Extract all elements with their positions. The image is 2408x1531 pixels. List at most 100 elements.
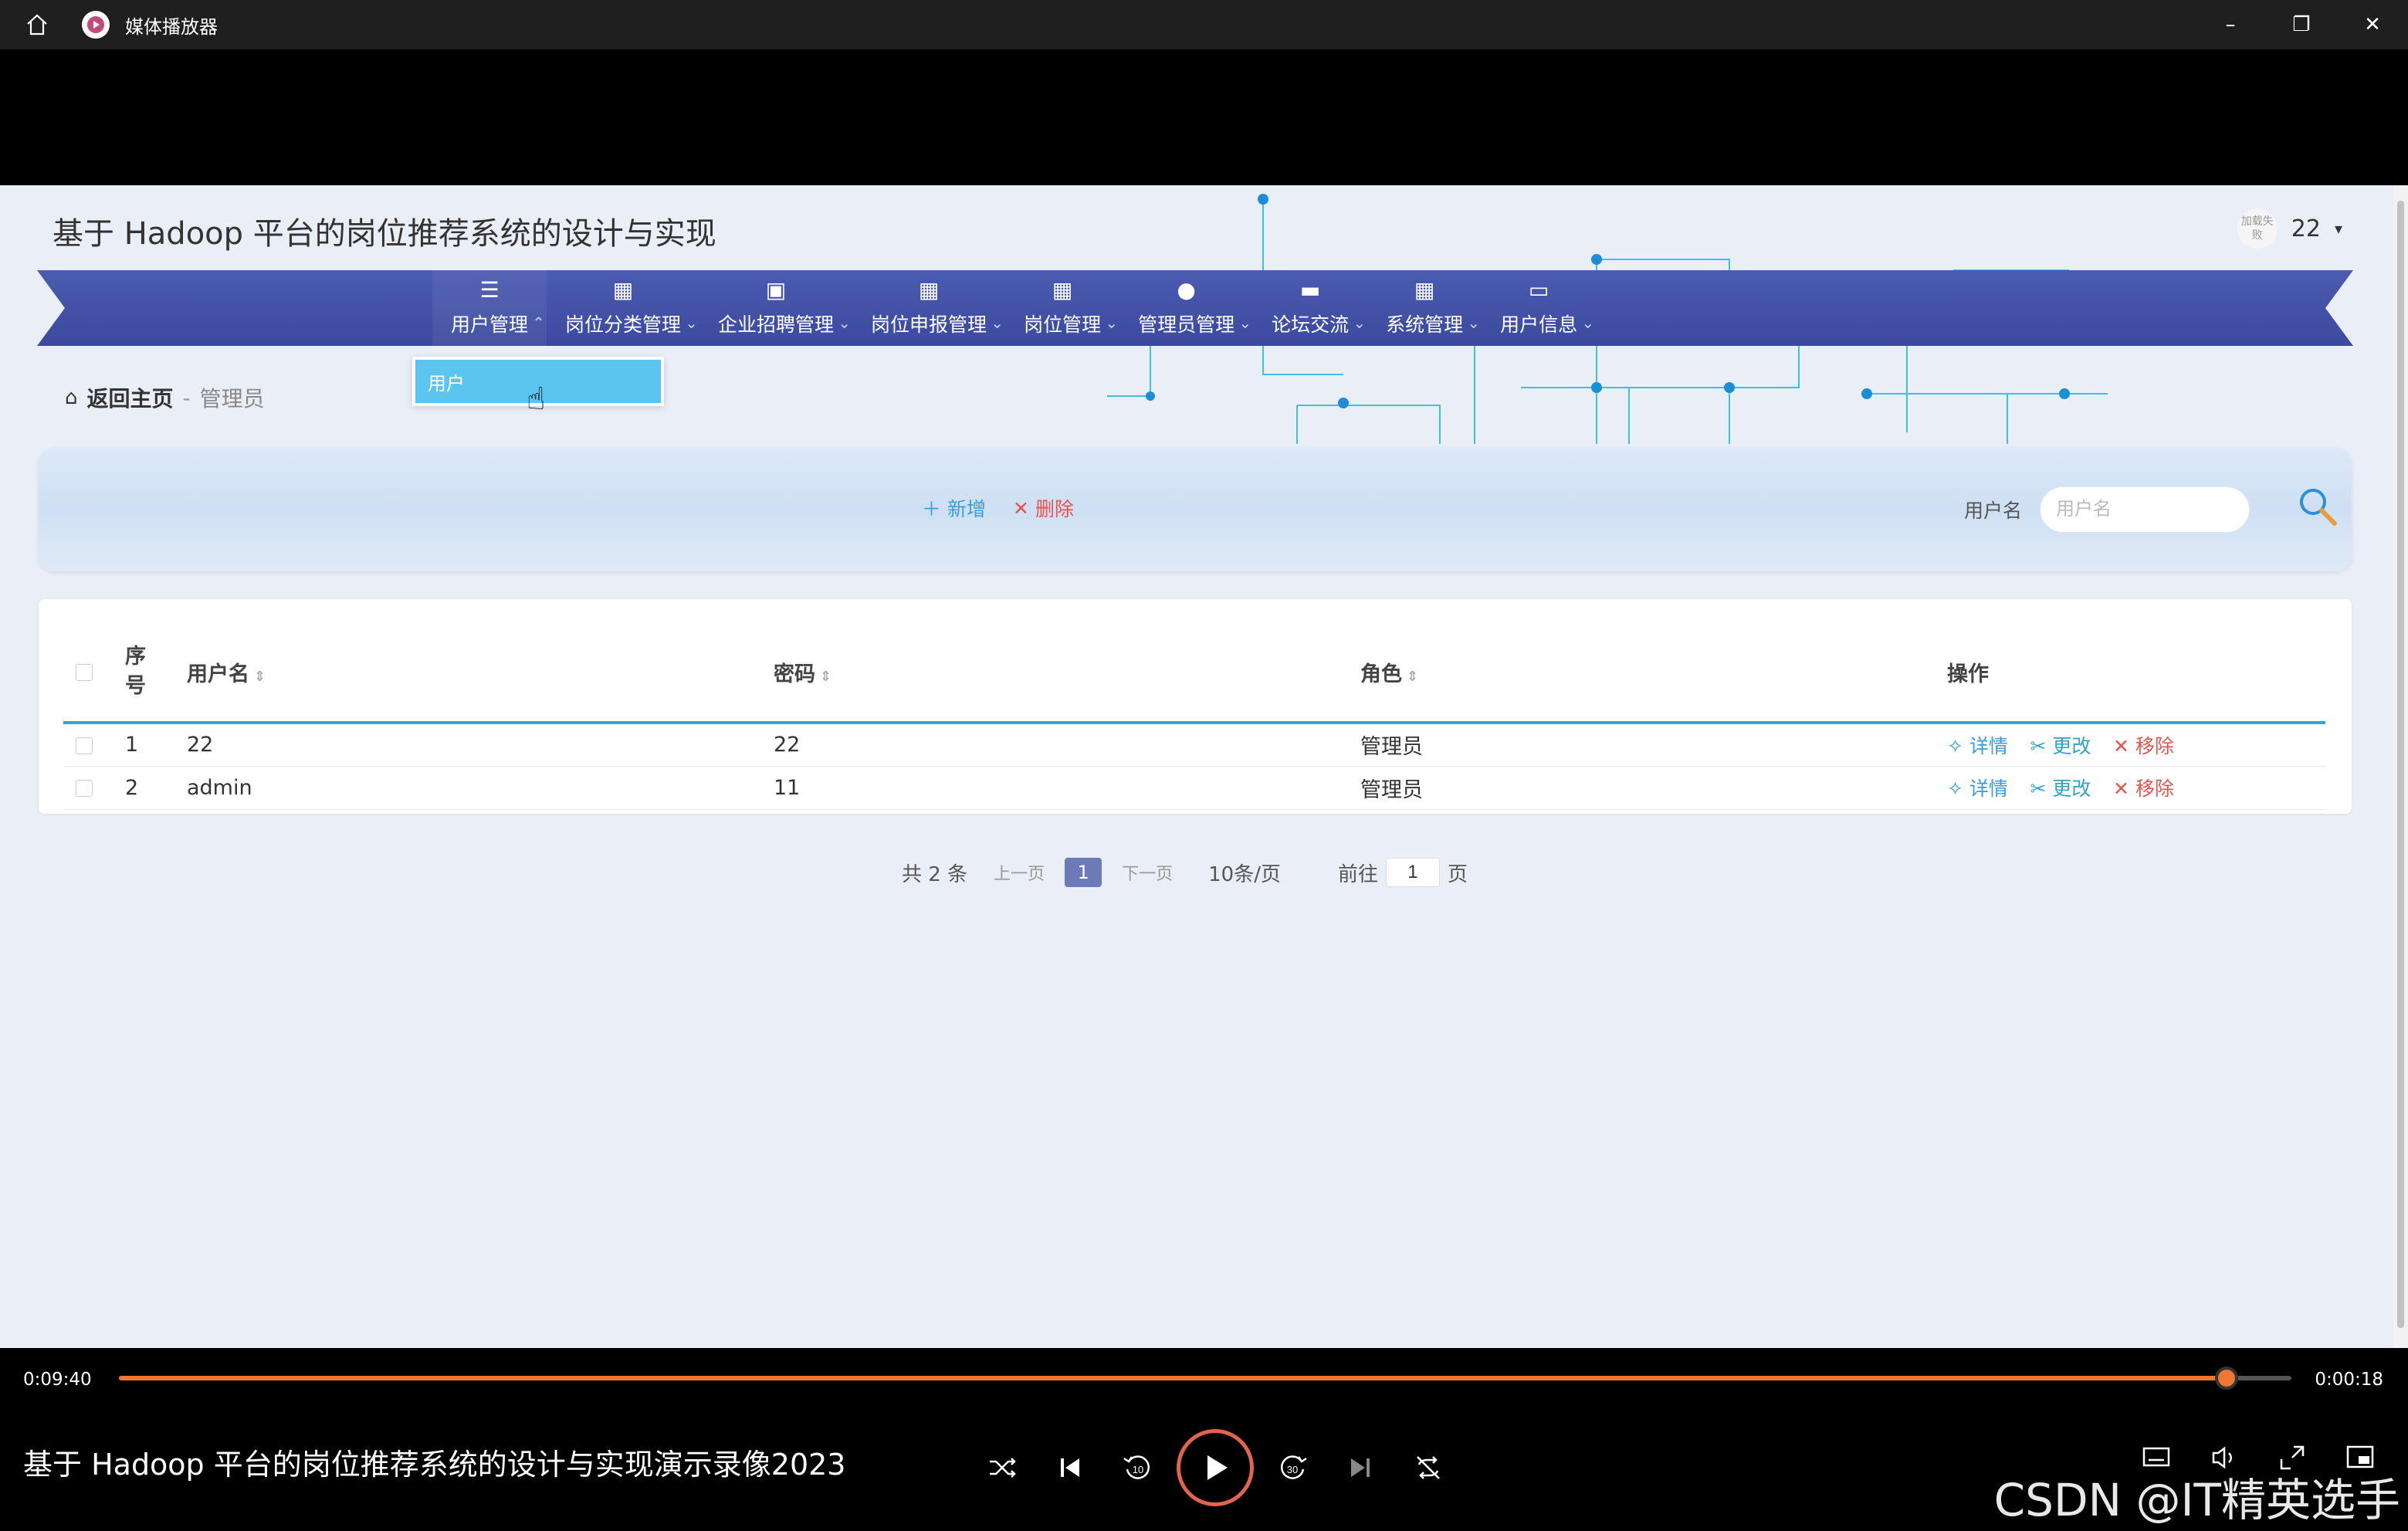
remove-button[interactable]: ✕ 移除 bbox=[2113, 735, 2174, 757]
search-toolbar: ＋ 新增 ✕ 删除 用户名 bbox=[39, 448, 2352, 571]
user-table: 序号 用户名 ⇕ 密码 ⇕ 角色 ⇕ 操作 1 22 22 管理员 ✧ 详情 ✂ 更改 bbox=[63, 622, 2325, 810]
page-scrollbar[interactable] bbox=[2393, 185, 2408, 1348]
detail-button[interactable]: ✧ 详情 bbox=[1947, 735, 2008, 757]
edit-button[interactable]: ✂ 更改 bbox=[2030, 777, 2091, 800]
list-icon: ☰ bbox=[479, 277, 500, 303]
seek-handle[interactable] bbox=[2214, 1367, 2238, 1390]
seek-bar-fill bbox=[119, 1376, 2227, 1380]
breadcrumb-current: 管理员 bbox=[199, 386, 265, 412]
chevron-down-icon: ⌄ bbox=[1467, 313, 1481, 332]
nav-item-forum[interactable]: ▬ 论坛交流 ⌄ bbox=[1253, 270, 1367, 346]
user-name: 22 bbox=[2291, 215, 2321, 242]
page-number-current[interactable]: 1 bbox=[1065, 858, 1102, 887]
chevron-down-icon: ⌄ bbox=[838, 313, 852, 332]
svg-text:10: 10 bbox=[1133, 1464, 1143, 1475]
remaining-time: 0:00:18 bbox=[2315, 1370, 2383, 1390]
table-row: 1 22 22 管理员 ✧ 详情 ✂ 更改 ✕ 移除 bbox=[63, 723, 2325, 767]
site-title: 基于 Hadoop 平台的岗位推荐系统的设计与实现 bbox=[52, 216, 716, 252]
nav-item-job-management[interactable]: ▦ 岗位管理 ⌄ bbox=[1005, 270, 1119, 346]
video-title: 基于 Hadoop 平台的岗位推荐系统的设计与实现演示录像2023 bbox=[23, 1448, 846, 1482]
grid-icon: ▦ bbox=[612, 277, 634, 303]
chevron-down-icon: ⌄ bbox=[1581, 313, 1595, 332]
pagination: 共 2 条 上一页 1 下一页 10条/页 前往 页 bbox=[902, 857, 1468, 888]
chevron-down-icon: ⌄ bbox=[1105, 313, 1119, 332]
play-button[interactable] bbox=[1177, 1429, 1254, 1506]
header-role[interactable]: 角色 ⇕ bbox=[1360, 622, 1947, 724]
next-page-button[interactable]: 下一页 bbox=[1122, 860, 1173, 885]
minimize-button[interactable]: – bbox=[2195, 0, 2266, 49]
rewind-10-icon[interactable]: 10 bbox=[1104, 1425, 1172, 1510]
card-icon: ▭ bbox=[1528, 277, 1549, 303]
prev-page-button[interactable]: 上一页 bbox=[994, 860, 1045, 885]
media-player-logo-icon bbox=[82, 11, 110, 39]
shuffle-icon[interactable] bbox=[968, 1425, 1036, 1510]
add-button[interactable]: ＋ 新增 bbox=[922, 494, 986, 522]
breadcrumb: ⌂ 返回主页 - 管理员 bbox=[65, 382, 265, 413]
previous-icon[interactable] bbox=[1036, 1425, 1104, 1510]
svg-text:30: 30 bbox=[1287, 1464, 1298, 1475]
seek-bar[interactable] bbox=[119, 1367, 2291, 1390]
nav-item-recruitment[interactable]: ▣ 企业招聘管理 ⌄ bbox=[699, 270, 852, 346]
restore-button[interactable]: ❐ bbox=[2266, 0, 2337, 49]
goto-page-input[interactable] bbox=[1385, 858, 1440, 887]
sort-icon: ⇕ bbox=[820, 668, 832, 685]
search-icon[interactable] bbox=[2293, 482, 2342, 531]
row-checkbox[interactable] bbox=[76, 737, 93, 754]
remove-button[interactable]: ✕ 移除 bbox=[2113, 777, 2174, 800]
chevron-down-icon: ⌄ bbox=[991, 313, 1004, 332]
bulb-icon: ● bbox=[1177, 277, 1196, 303]
close-icon: ✕ bbox=[1013, 496, 1029, 520]
nav-item-admin-management[interactable]: ● 管理员管理 ⌄ bbox=[1119, 270, 1253, 346]
repeat-off-icon[interactable] bbox=[1394, 1425, 1462, 1510]
chevron-down-icon: ⌄ bbox=[1238, 313, 1252, 332]
clipboard-icon: ▣ bbox=[765, 277, 787, 303]
chat-icon: ▬ bbox=[1299, 277, 1321, 303]
nav-item-system[interactable]: ▦ 系统管理 ⌄ bbox=[1367, 270, 1482, 346]
username-search-input[interactable] bbox=[2040, 486, 2250, 533]
grid-icon: ▦ bbox=[1414, 277, 1435, 303]
nav-item-user-management[interactable]: ☰ 用户管理 ⌃ bbox=[432, 270, 547, 346]
header-password[interactable]: 密码 ⇕ bbox=[774, 622, 1360, 724]
sort-icon: ⇕ bbox=[254, 668, 266, 685]
window-titlebar: 媒体播放器 – ❐ ✕ bbox=[0, 0, 2408, 49]
nav-item-job-application[interactable]: ▦ 岗位申报管理 ⌄ bbox=[852, 270, 1005, 346]
chevron-down-icon: ⌄ bbox=[685, 313, 699, 332]
hand-cursor-icon: ☝ bbox=[527, 381, 546, 417]
goto-label: 前往 bbox=[1337, 862, 1378, 886]
home-icon[interactable] bbox=[22, 9, 52, 40]
close-button[interactable]: ✕ bbox=[2337, 0, 2408, 49]
header-actions: 操作 bbox=[1947, 622, 2325, 724]
forward-30-icon[interactable]: 30 bbox=[1258, 1425, 1326, 1510]
table-header-row: 序号 用户名 ⇕ 密码 ⇕ 角色 ⇕ 操作 bbox=[63, 622, 2325, 724]
table-card: 序号 用户名 ⇕ 密码 ⇕ 角色 ⇕ 操作 1 22 22 管理员 ✧ 详情 ✂ 更改 bbox=[39, 599, 2352, 814]
current-time: 0:09:40 bbox=[23, 1370, 92, 1390]
next-icon[interactable] bbox=[1326, 1425, 1394, 1510]
grid-icon: ▦ bbox=[918, 277, 940, 303]
caret-down-icon: ▾ bbox=[2334, 219, 2342, 238]
table-row: 2 admin 11 管理员 ✧ 详情 ✂ 更改 ✕ 移除 bbox=[63, 766, 2325, 810]
edit-button[interactable]: ✂ 更改 bbox=[2030, 735, 2091, 757]
pagination-total: 共 2 条 bbox=[902, 862, 968, 886]
web-page: 基于 Hadoop 平台的岗位推荐系统的设计与实现 加载失败 22 ▾ ☰ 用户… bbox=[0, 185, 2393, 1348]
header-index: 序号 bbox=[125, 622, 187, 724]
nav-item-user-info[interactable]: ▭ 用户信息 ⌄ bbox=[1482, 270, 1596, 346]
delete-button[interactable]: ✕ 删除 bbox=[1013, 494, 1074, 522]
chevron-down-icon: ⌄ bbox=[1353, 313, 1367, 332]
grid-icon: ▦ bbox=[1052, 277, 1073, 303]
detail-button[interactable]: ✧ 详情 bbox=[1947, 777, 2008, 800]
home-icon: ⌂ bbox=[65, 386, 78, 409]
avatar: 加载失败 bbox=[2237, 208, 2278, 249]
window-title: 媒体播放器 bbox=[125, 15, 218, 38]
row-checkbox[interactable] bbox=[76, 780, 93, 797]
playback-controls: 10 30 bbox=[968, 1425, 1462, 1510]
breadcrumb-home-link[interactable]: 返回主页 bbox=[87, 382, 174, 413]
goto-suffix: 页 bbox=[1447, 862, 1468, 886]
header-username[interactable]: 用户名 ⇕ bbox=[187, 622, 774, 724]
sort-icon: ⇕ bbox=[1407, 668, 1419, 685]
search-label: 用户名 bbox=[1964, 500, 2023, 522]
user-menu[interactable]: 加载失败 22 ▾ bbox=[2237, 208, 2342, 249]
page-size-select[interactable]: 10条/页 bbox=[1208, 859, 1281, 887]
nav-item-job-category[interactable]: ▦ 岗位分类管理 ⌄ bbox=[547, 270, 699, 346]
select-all-checkbox[interactable] bbox=[76, 664, 93, 681]
main-nav: ☰ 用户管理 ⌃ ▦ 岗位分类管理 ⌄ ▣ 企业招聘管理 ⌄ ▦ 岗位申报管理 … bbox=[432, 270, 1596, 346]
